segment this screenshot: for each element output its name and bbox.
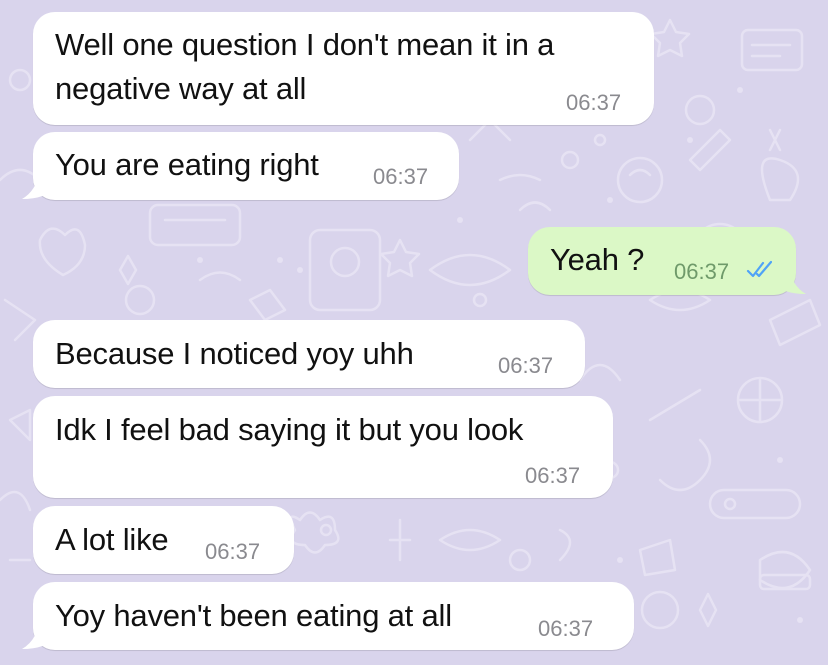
message-timestamp: 06:37 <box>674 259 730 284</box>
message-bubble-incoming[interactable]: You are eating right 06:37 <box>33 132 459 200</box>
message-text: Because I noticed yoy uhh <box>55 336 414 371</box>
message-text: negative way at all <box>55 71 307 106</box>
message-bubble-incoming[interactable]: A lot like 06:37 <box>33 506 294 574</box>
message-bubble-incoming[interactable]: Yoy haven't been eating at all 06:37 <box>33 582 634 650</box>
message-text: Yoy haven't been eating at all <box>55 598 452 633</box>
bubble-tail <box>22 161 56 199</box>
message-timestamp: 06:37 <box>538 616 594 641</box>
message-text: A lot like <box>55 522 169 557</box>
message-timestamp: 06:37 <box>205 539 261 564</box>
message-timestamp: 06:37 <box>373 164 429 189</box>
bubble-tail <box>22 611 56 649</box>
message-bubble-incoming[interactable]: Well one question I don't mean it in a n… <box>33 12 654 125</box>
message-text: Yeah ? <box>550 242 645 277</box>
message-bubble-incoming[interactable]: Idk I feel bad saying it but you look 06… <box>33 396 613 498</box>
message-timestamp: 06:37 <box>498 353 554 378</box>
message-text: Well one question I don't mean it in a <box>55 27 555 62</box>
message-text: Idk I feel bad saying it but you look <box>55 412 524 447</box>
message-bubble-incoming[interactable]: Because I noticed yoy uhh 06:37 <box>33 320 585 388</box>
message-list[interactable]: Well one question I don't mean it in a n… <box>0 0 828 665</box>
message-text: You are eating right <box>55 147 319 182</box>
message-timestamp: 06:37 <box>566 90 622 115</box>
message-timestamp: 06:37 <box>525 463 581 488</box>
bubble-tail <box>772 256 806 294</box>
message-bubble-outgoing[interactable]: Yeah ? 06:37 <box>528 227 796 295</box>
